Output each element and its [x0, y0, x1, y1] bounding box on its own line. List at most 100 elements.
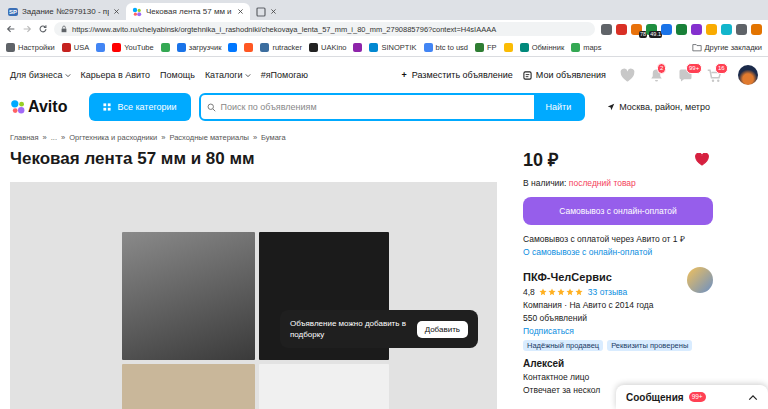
bookmark[interactable]	[161, 43, 170, 52]
bookmark-icon	[6, 43, 15, 52]
location-selector[interactable]: Москва, район, метро	[607, 102, 710, 112]
add-to-collection-button[interactable]: Добавить	[417, 321, 468, 338]
breadcrumb[interactable]: Оргтехника и расходники	[69, 133, 157, 142]
back-icon[interactable]	[6, 24, 16, 34]
breadcrumb[interactable]: Главная	[10, 133, 39, 142]
close-icon[interactable]	[237, 8, 244, 15]
bookmark[interactable]: YouTube	[112, 43, 153, 52]
seller-avatar[interactable]	[687, 267, 713, 293]
extension-button[interactable]	[676, 24, 687, 35]
bookmark[interactable]	[96, 43, 105, 52]
nav-link[interactable]: #яПомогаю	[261, 70, 308, 80]
bookmark[interactable]: btc to usd	[424, 43, 469, 52]
buy-button[interactable]: Самовывоз с онлайн-оплатой	[523, 197, 713, 225]
extension-button[interactable]	[751, 24, 762, 35]
pickup-link[interactable]: О самовывозе с онлайн-оплатой	[523, 247, 713, 257]
favorite-heart-icon[interactable]	[695, 153, 709, 166]
bookmark[interactable]: Настройки	[6, 43, 55, 52]
browser-tab[interactable]: Чековая лента 57 мм и 80 мм ку	[126, 3, 250, 20]
extension-icon	[691, 24, 702, 35]
extension-button[interactable]	[691, 24, 702, 35]
chevron-down-icon	[65, 73, 71, 78]
categories-button[interactable]: Все категории	[89, 93, 190, 121]
bookmark[interactable]	[228, 43, 237, 52]
seller-card: ПКФ-ЧелСервис4,833 отзываКомпания · На А…	[523, 271, 713, 395]
tab-strip: SP Задание №2979130 - просмотр з Чековая л…	[0, 0, 768, 20]
bookmark[interactable]	[504, 43, 513, 52]
bookmarks-bar: Настройки USA YouTube загрузчик rutracker UAK…	[0, 38, 768, 57]
extension-button[interactable]	[616, 24, 627, 35]
nav-link[interactable]: Карьера в Авито	[81, 70, 151, 80]
browser-tab[interactable]: SP Задание №2979130 - просмотр з	[2, 3, 126, 20]
bookmark[interactable]	[353, 43, 362, 52]
bookmark[interactable]	[244, 43, 253, 52]
messages-panel[interactable]: Сообщения99+	[616, 385, 768, 409]
star-icon	[539, 288, 547, 296]
bookmark[interactable]: UAKino	[309, 43, 346, 52]
bookmark-label: загрузчик	[189, 43, 222, 52]
star-icon	[548, 288, 556, 296]
bookmark-label: btc to usd	[436, 43, 469, 52]
breadcrumb[interactable]: ...	[51, 133, 57, 142]
cart-button[interactable]: 16	[707, 68, 722, 83]
tab-title: Задание №2979130 - просмотр з	[22, 7, 109, 16]
close-icon[interactable]	[270, 8, 277, 15]
bookmark[interactable]: SINOPTIK	[369, 43, 416, 52]
extension-button[interactable]: 78	[631, 24, 642, 35]
chevron-up-icon[interactable]	[748, 394, 758, 401]
tab-favicon-icon: SP	[8, 8, 18, 16]
extension-button[interactable]	[601, 24, 612, 35]
bookmark[interactable]: USA	[62, 43, 89, 52]
bookmark[interactable]: загрузчик	[177, 43, 222, 52]
seller-info: Компания · На Авито с 2014 года	[523, 300, 713, 310]
messages-button[interactable]: 99+	[678, 68, 693, 83]
bookmark-label: maps	[583, 43, 601, 52]
breadcrumb[interactable]: Расходные материалы	[169, 133, 249, 142]
photo-gallery[interactable]: Объявление можно добавить в подборкуДоба…	[10, 182, 497, 409]
toast: Объявление можно добавить в подборкуДоба…	[280, 310, 478, 348]
extension-button[interactable]	[736, 24, 747, 35]
bookmark[interactable]: maps	[571, 43, 601, 52]
seller-name[interactable]: ПКФ-ЧелСервис	[523, 271, 612, 283]
reviews-link[interactable]: 33 отзыва	[588, 287, 627, 297]
favorites-button[interactable]	[620, 68, 635, 83]
location-arrow-icon	[607, 103, 615, 111]
notifications-button[interactable]: 2	[649, 68, 664, 83]
extension-button[interactable]	[661, 24, 672, 35]
other-bookmarks[interactable]: Другие закладки	[692, 43, 762, 52]
nav-link[interactable]: Для бизнеса	[10, 70, 71, 80]
bookmark-icon	[309, 43, 318, 52]
post-ad-link[interactable]: +Разместить объявление	[401, 70, 512, 80]
my-ads-link[interactable]: Мои объявления	[523, 70, 606, 80]
avatar[interactable]	[738, 65, 758, 85]
bookmark-label: FP	[487, 43, 497, 52]
search-field[interactable]: Поиск по объявлениямНайти	[199, 93, 586, 121]
avito-logo[interactable]: Avito	[10, 98, 67, 116]
nav-link[interactable]: Каталоги	[205, 70, 251, 80]
breadcrumb[interactable]: Бумага	[261, 133, 286, 142]
subscribe-link[interactable]: Подписаться	[523, 326, 713, 336]
heart-icon	[620, 68, 635, 83]
extension-icon	[676, 24, 687, 35]
nav-link[interactable]: Помощь	[160, 70, 195, 80]
lock-icon	[60, 25, 68, 33]
bookmark-label: Обмінник	[532, 43, 565, 52]
seller-ads-count[interactable]: 550 объявлений	[523, 313, 713, 323]
browser-tab[interactable]	[250, 3, 286, 20]
extension-button[interactable]	[721, 24, 732, 35]
url-field[interactable]: https://www.avito.ru/chelyabinsk/orgtehn…	[54, 22, 595, 36]
forward-icon[interactable]	[22, 24, 32, 34]
reload-icon[interactable]	[38, 24, 48, 34]
bookmark[interactable]: FP	[475, 43, 497, 52]
extension-button[interactable]	[706, 24, 717, 35]
contact-role: Контактное лицо	[523, 372, 713, 382]
chevron-down-icon	[245, 73, 251, 78]
availability: В наличии: последний товар	[523, 178, 713, 188]
close-icon[interactable]	[113, 8, 120, 15]
search-button[interactable]: Найти	[534, 95, 584, 119]
bookmark[interactable]: rutracker	[260, 43, 302, 52]
extension-button[interactable]: 49.1	[646, 24, 657, 35]
bookmark[interactable]: Обмінник	[520, 43, 565, 52]
bookmark-label: YouTube	[124, 43, 153, 52]
messages-panel-badge: 99+	[689, 392, 706, 402]
